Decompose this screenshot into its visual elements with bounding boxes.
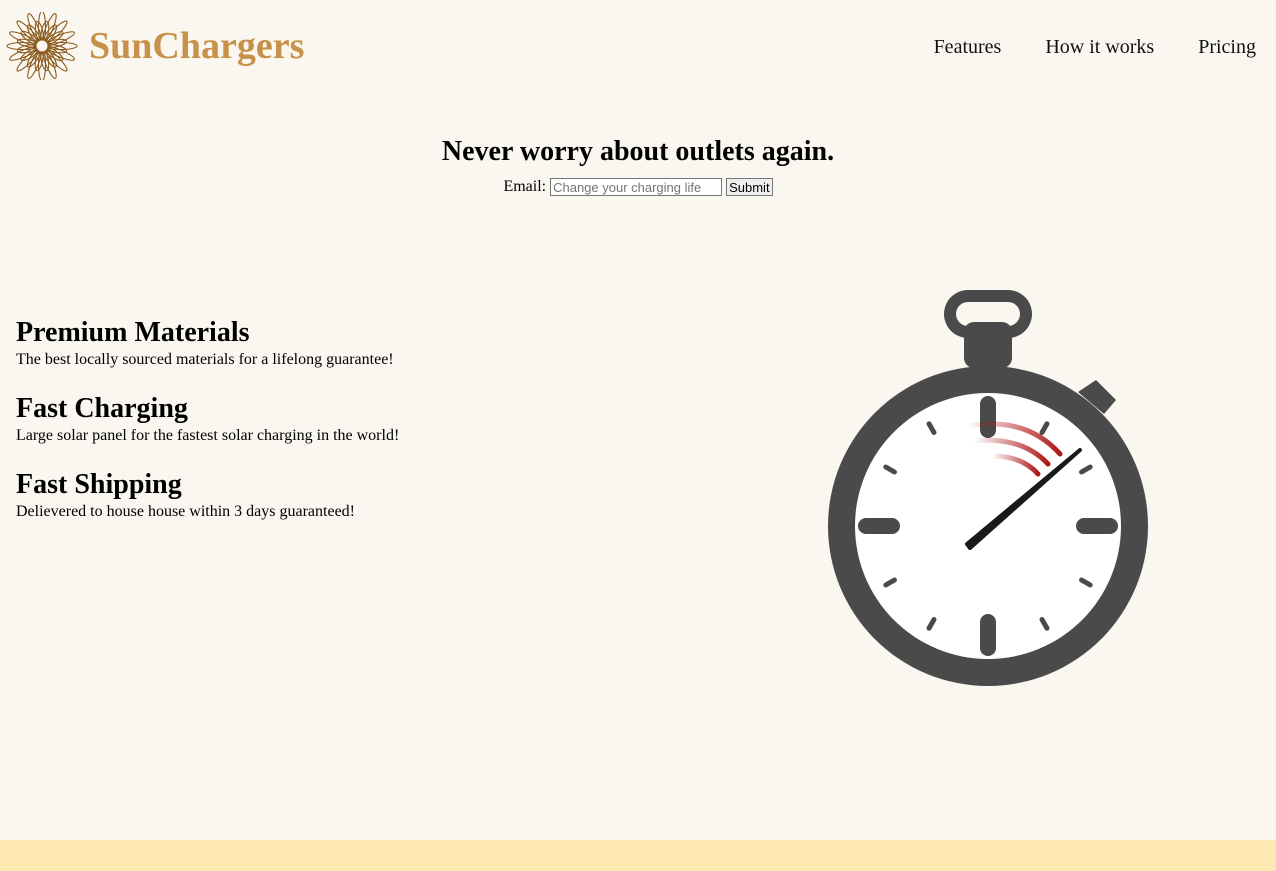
nav-link-pricing[interactable]: Pricing [1198, 34, 1256, 60]
feature-title: Premium Materials [16, 317, 250, 348]
site-header: SunChargers Features How it works Pricin… [0, 0, 1276, 95]
brand-name[interactable]: SunChargers [89, 22, 304, 70]
feature-title: Fast Charging [16, 393, 188, 424]
feature-item: Premium Materials The best locally sourc… [16, 316, 616, 370]
feature-description: Large solar panel for the fastest solar … [16, 427, 400, 444]
feature-item: Fast Shipping Delievered to house house … [16, 468, 616, 522]
hero-title: Never worry about outlets again. [441, 136, 835, 167]
feature-item: Fast Charging Large solar panel for the … [16, 392, 616, 446]
main-nav: Features How it works Pricing [890, 34, 1256, 60]
submit-button[interactable]: Submit [726, 178, 773, 197]
sunflower-logo-icon[interactable] [0, 12, 84, 80]
feature-description: Delievered to house house within 3 days … [16, 503, 356, 520]
stopwatch-icon [828, 290, 1148, 686]
site-footer [0, 840, 1276, 871]
email-label: Email: [503, 178, 547, 195]
hero-section: Never worry about outlets again. Email: … [0, 134, 1276, 198]
feature-title: Fast Shipping [16, 469, 182, 500]
nav-link-how-it-works[interactable]: How it works [1045, 34, 1154, 60]
feature-description: The best locally sourced materials for a… [16, 351, 394, 368]
signup-form: Email: Submit [0, 176, 1276, 198]
features-list: Premium Materials The best locally sourc… [16, 316, 616, 544]
nav-link-features[interactable]: Features [934, 34, 1002, 60]
email-input[interactable] [550, 178, 723, 197]
